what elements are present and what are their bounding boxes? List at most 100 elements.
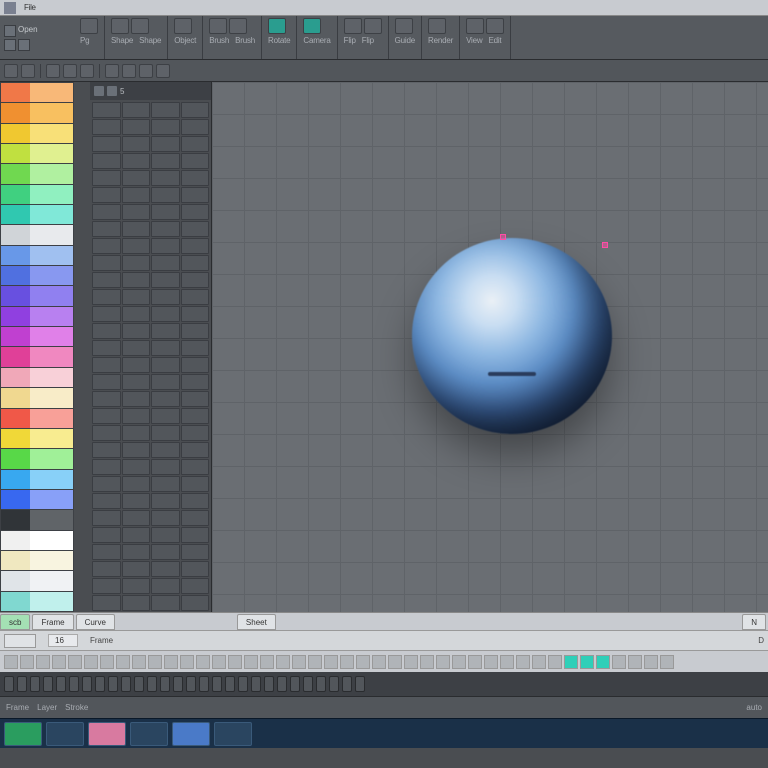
tool-button[interactable]: [151, 442, 180, 458]
timeline-tick[interactable]: [532, 655, 546, 669]
tool-icon[interactable]: [4, 64, 18, 78]
layer-chip[interactable]: [251, 676, 261, 692]
tool-button[interactable]: [151, 510, 180, 526]
tool-button[interactable]: [92, 187, 121, 203]
task-item[interactable]: [214, 722, 252, 746]
timeline-tick[interactable]: [20, 655, 34, 669]
tool-button[interactable]: [92, 221, 121, 237]
tool-button[interactable]: [181, 187, 210, 203]
tool-button[interactable]: [92, 323, 121, 339]
tool-button[interactable]: [122, 391, 151, 407]
tool-icon[interactable]: [63, 64, 77, 78]
tool-button[interactable]: [151, 204, 180, 220]
color-swatch[interactable]: [1, 449, 73, 468]
tool-button[interactable]: [181, 408, 210, 424]
tool-icon[interactable]: [21, 64, 35, 78]
timeline-tick[interactable]: [132, 655, 146, 669]
color-swatch[interactable]: [1, 266, 73, 285]
timeline-tick[interactable]: [116, 655, 130, 669]
timeline-tick[interactable]: [420, 655, 434, 669]
color-swatch[interactable]: [1, 327, 73, 346]
layer-chip[interactable]: [264, 676, 274, 692]
layer-chip[interactable]: [4, 676, 14, 692]
color-swatch[interactable]: [1, 144, 73, 163]
tool-button[interactable]: [181, 561, 210, 577]
tool-button[interactable]: [151, 340, 180, 356]
layer-chip[interactable]: [186, 676, 196, 692]
task-item[interactable]: [172, 722, 210, 746]
layer-chip[interactable]: [277, 676, 287, 692]
tool-button[interactable]: [122, 306, 151, 322]
tool-button[interactable]: [92, 527, 121, 543]
timeline-tick[interactable]: [36, 655, 50, 669]
task-item[interactable]: [130, 722, 168, 746]
tool-button[interactable]: [92, 391, 121, 407]
tool-button[interactable]: [181, 391, 210, 407]
tool-button[interactable]: [181, 425, 210, 441]
tool-button[interactable]: [92, 510, 121, 526]
tool-button[interactable]: [151, 595, 180, 611]
tool-button[interactable]: [92, 357, 121, 373]
timeline-tick[interactable]: [596, 655, 610, 669]
timeline-tick[interactable]: [452, 655, 466, 669]
tool-button[interactable]: [92, 459, 121, 475]
tab-curve[interactable]: Curve: [76, 614, 115, 630]
color-swatch[interactable]: [1, 124, 73, 143]
tool-button[interactable]: [151, 527, 180, 543]
tool-button[interactable]: [181, 272, 210, 288]
timeline-tick[interactable]: [164, 655, 178, 669]
sphere-object[interactable]: [412, 238, 612, 434]
tool-button[interactable]: [181, 204, 210, 220]
toolbar-button[interactable]: [229, 18, 247, 34]
tool-button[interactable]: [122, 221, 151, 237]
tool-button[interactable]: [122, 136, 151, 152]
tool-button[interactable]: [151, 272, 180, 288]
timeline-tick[interactable]: [228, 655, 242, 669]
layer-chip[interactable]: [290, 676, 300, 692]
tool-button[interactable]: [151, 476, 180, 492]
color-swatch[interactable]: [1, 83, 73, 102]
tool-button[interactable]: [92, 476, 121, 492]
tool-button[interactable]: [151, 238, 180, 254]
tool-button[interactable]: [122, 289, 151, 305]
tool-button[interactable]: [181, 340, 210, 356]
timeline-tick[interactable]: [628, 655, 642, 669]
tab-end[interactable]: N: [742, 614, 766, 630]
timeline-tick[interactable]: [52, 655, 66, 669]
tool-button[interactable]: [92, 204, 121, 220]
layer-chip[interactable]: [238, 676, 248, 692]
tool-button[interactable]: [92, 136, 121, 152]
toolbar-button[interactable]: [466, 18, 484, 34]
tool-button[interactable]: [92, 561, 121, 577]
timeline-tick[interactable]: [180, 655, 194, 669]
toolbar-button[interactable]: [303, 18, 321, 34]
layer-chip[interactable]: [342, 676, 352, 692]
layer-chip[interactable]: [316, 676, 326, 692]
tool-button[interactable]: [151, 119, 180, 135]
tool-button[interactable]: [181, 306, 210, 322]
tool-button[interactable]: [151, 561, 180, 577]
tool-button[interactable]: [122, 578, 151, 594]
layer-chip[interactable]: [134, 676, 144, 692]
task-item[interactable]: [88, 722, 126, 746]
tool-button[interactable]: [181, 493, 210, 509]
tool-button[interactable]: [181, 119, 210, 135]
tool-icon[interactable]: [105, 64, 119, 78]
layer-chip[interactable]: [17, 676, 27, 692]
tool-button[interactable]: [122, 119, 151, 135]
timeline-tick[interactable]: [500, 655, 514, 669]
tool-button[interactable]: [92, 289, 121, 305]
color-swatch[interactable]: [1, 164, 73, 183]
tool-button[interactable]: [92, 170, 121, 186]
timeline-tick[interactable]: [100, 655, 114, 669]
layer-chip[interactable]: [43, 676, 53, 692]
color-swatch[interactable]: [1, 531, 73, 550]
file-icon[interactable]: [4, 25, 16, 37]
tool-button[interactable]: [151, 102, 180, 118]
tool-button[interactable]: [181, 102, 210, 118]
color-swatch[interactable]: [1, 388, 73, 407]
timeline-tick[interactable]: [340, 655, 354, 669]
tool-button[interactable]: [92, 493, 121, 509]
color-swatch[interactable]: [1, 347, 73, 366]
tool-button[interactable]: [122, 153, 151, 169]
